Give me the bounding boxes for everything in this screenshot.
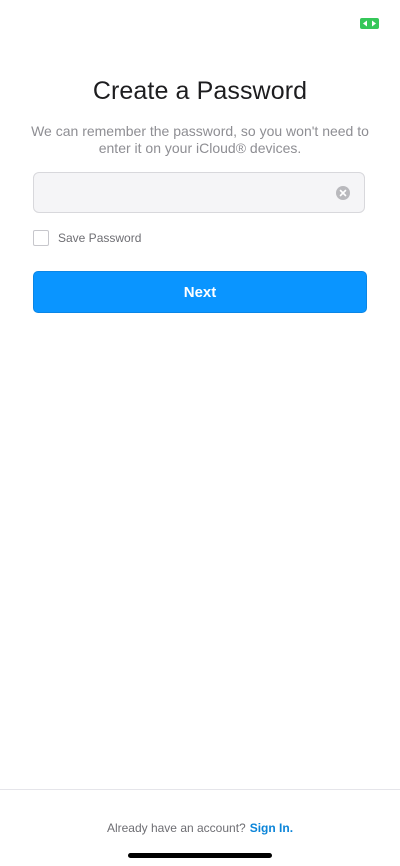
next-button[interactable]: Next (33, 271, 367, 313)
footer-prompt: Already have an account? (106, 821, 246, 835)
screen-record-icon (360, 18, 379, 29)
page-title: Create a Password (92, 77, 308, 105)
password-field[interactable] (33, 172, 365, 213)
clear-x-icon[interactable] (336, 186, 350, 200)
password-input[interactable] (44, 179, 328, 209)
sign-in-link[interactable]: Sign In. (250, 821, 293, 835)
save-password-label: Save Password (58, 231, 142, 245)
page-subtitle: We can remember the password, so you won… (31, 123, 369, 156)
footer-divider (0, 789, 400, 790)
footer: Already have an account? Sign In. (0, 821, 400, 835)
save-password-row[interactable]: Save Password (33, 230, 141, 246)
save-password-checkbox[interactable] (33, 230, 49, 246)
home-indicator (128, 853, 272, 858)
